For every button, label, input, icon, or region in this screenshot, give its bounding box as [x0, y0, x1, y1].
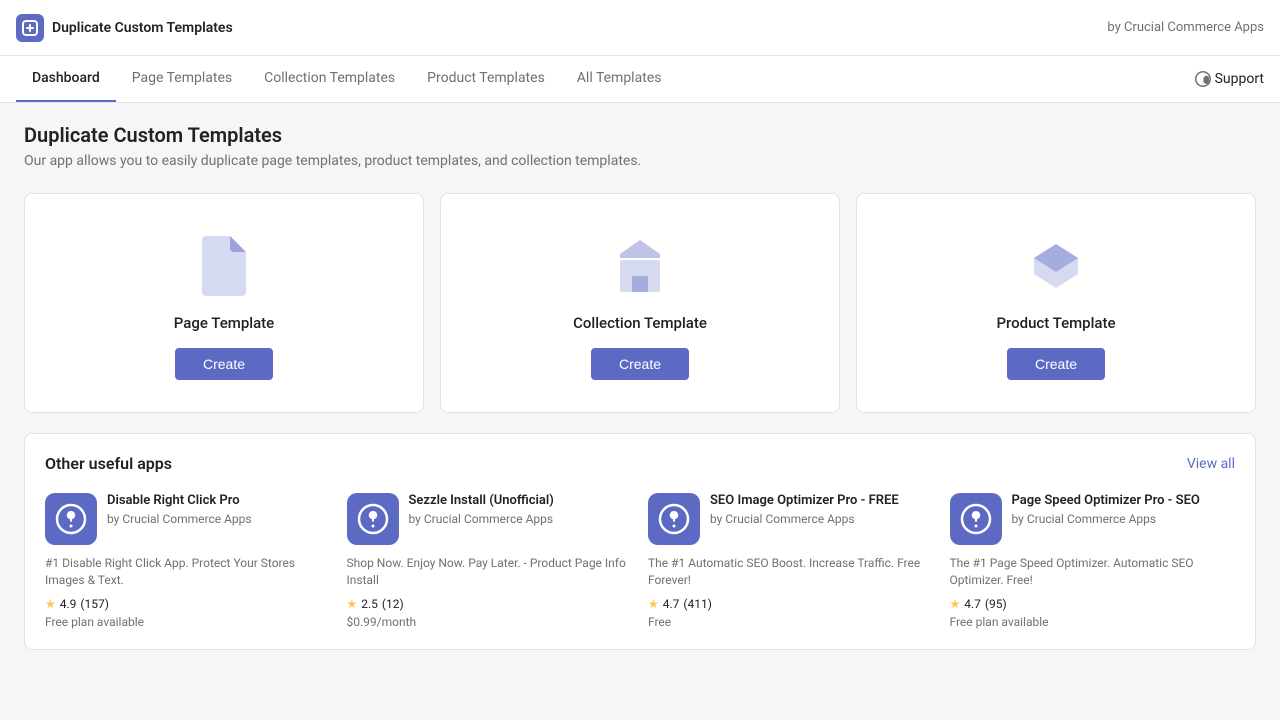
app-icon — [16, 14, 44, 42]
app-card-top-0: Disable Right Click Pro by Crucial Comme… — [45, 493, 331, 545]
page-template-icon — [198, 234, 250, 298]
nav-tabs-left: Dashboard Page Templates Collection Temp… — [16, 56, 677, 102]
page-template-card: Page Template Create — [24, 193, 424, 413]
app-logo-3 — [950, 493, 1002, 545]
app-logo-2 — [648, 493, 700, 545]
app-rating-1: ★ 2.5 (12) — [347, 597, 633, 611]
app-logo-1 — [347, 493, 399, 545]
apps-header: Other useful apps View all — [45, 454, 1235, 473]
support-button[interactable]: Support — [1195, 71, 1264, 87]
nav-tabs: Dashboard Page Templates Collection Temp… — [0, 56, 1280, 103]
app-card-1: Sezzle Install (Unofficial) by Crucial C… — [347, 493, 633, 629]
app-logo-0 — [45, 493, 97, 545]
app-name-3: Page Speed Optimizer Pro - SEO — [1012, 493, 1200, 510]
tab-product-templates[interactable]: Product Templates — [411, 56, 561, 102]
app-rating-0: ★ 4.9 (157) — [45, 597, 331, 611]
review-count-0: (157) — [80, 597, 109, 611]
apps-section-title: Other useful apps — [45, 454, 172, 473]
app-desc-1: Shop Now. Enjoy Now. Pay Later. - Produc… — [347, 555, 633, 589]
star-icon-3: ★ — [950, 597, 961, 611]
rating-value-3: 4.7 — [964, 597, 981, 611]
app-card-top-3: Page Speed Optimizer Pro - SEO by Crucia… — [950, 493, 1236, 545]
review-count-2: (411) — [683, 597, 712, 611]
app-info-0: Disable Right Click Pro by Crucial Comme… — [107, 493, 252, 526]
collection-template-label: Collection Template — [573, 314, 707, 332]
app-by-0: by Crucial Commerce Apps — [107, 512, 252, 526]
main-content: Duplicate Custom Templates Our app allow… — [0, 103, 1280, 670]
product-template-card: Product Template Create — [856, 193, 1256, 413]
product-template-create-button[interactable]: Create — [1007, 348, 1105, 380]
top-bar-left: Duplicate Custom Templates — [16, 14, 233, 42]
page-template-label: Page Template — [174, 314, 274, 332]
app-price-0: Free plan available — [45, 615, 331, 629]
app-rating-3: ★ 4.7 (95) — [950, 597, 1236, 611]
product-template-label: Product Template — [996, 314, 1115, 332]
support-icon — [1195, 71, 1211, 87]
top-bar: Duplicate Custom Templates by Crucial Co… — [0, 0, 1280, 56]
app-card-3: Page Speed Optimizer Pro - SEO by Crucia… — [950, 493, 1236, 629]
apps-section: Other useful apps View all Disable Right… — [24, 433, 1256, 650]
app-price-1: $0.99/month — [347, 615, 633, 629]
app-desc-3: The #1 Page Speed Optimizer. Automatic S… — [950, 555, 1236, 589]
app-name-1: Sezzle Install (Unofficial) — [409, 493, 554, 510]
app-info-2: SEO Image Optimizer Pro - FREE by Crucia… — [710, 493, 899, 526]
app-title: Duplicate Custom Templates — [52, 20, 233, 36]
app-name-0: Disable Right Click Pro — [107, 493, 252, 510]
app-card-0: Disable Right Click Pro by Crucial Comme… — [45, 493, 331, 629]
app-card-top-2: SEO Image Optimizer Pro - FREE by Crucia… — [648, 493, 934, 545]
review-count-1: (12) — [382, 597, 404, 611]
app-by-2: by Crucial Commerce Apps — [710, 512, 899, 526]
app-by-1: by Crucial Commerce Apps — [409, 512, 554, 526]
view-all-link[interactable]: View all — [1187, 456, 1235, 472]
collection-template-create-button[interactable]: Create — [591, 348, 689, 380]
page-subtext: Our app allows you to easily duplicate p… — [24, 153, 1256, 169]
tab-all-templates[interactable]: All Templates — [561, 56, 678, 102]
app-card-top-1: Sezzle Install (Unofficial) by Crucial C… — [347, 493, 633, 545]
apps-grid: Disable Right Click Pro by Crucial Comme… — [45, 493, 1235, 629]
app-by: by Crucial Commerce Apps — [1107, 20, 1264, 35]
tab-dashboard[interactable]: Dashboard — [16, 56, 116, 102]
page-heading: Duplicate Custom Templates — [24, 123, 1256, 147]
app-desc-0: #1 Disable Right Click App. Protect Your… — [45, 555, 331, 589]
template-cards-row: Page Template Create Collection Template… — [24, 193, 1256, 413]
product-template-icon — [1026, 234, 1086, 298]
app-desc-2: The #1 Automatic SEO Boost. Increase Tra… — [648, 555, 934, 589]
app-card-2: SEO Image Optimizer Pro - FREE by Crucia… — [648, 493, 934, 629]
collection-template-card: Collection Template Create — [440, 193, 840, 413]
app-info-3: Page Speed Optimizer Pro - SEO by Crucia… — [1012, 493, 1200, 526]
star-icon-0: ★ — [45, 597, 56, 611]
support-label: Support — [1215, 71, 1264, 87]
app-rating-2: ★ 4.7 (411) — [648, 597, 934, 611]
tab-page-templates[interactable]: Page Templates — [116, 56, 248, 102]
app-info-1: Sezzle Install (Unofficial) by Crucial C… — [409, 493, 554, 526]
app-price-2: Free — [648, 615, 934, 629]
star-icon-1: ★ — [347, 597, 358, 611]
star-icon-2: ★ — [648, 597, 659, 611]
review-count-3: (95) — [985, 597, 1007, 611]
rating-value-1: 2.5 — [361, 597, 378, 611]
page-template-create-button[interactable]: Create — [175, 348, 273, 380]
app-name-2: SEO Image Optimizer Pro - FREE — [710, 493, 899, 510]
collection-template-icon — [610, 234, 670, 298]
rating-value-0: 4.9 — [60, 597, 77, 611]
tab-collection-templates[interactable]: Collection Templates — [248, 56, 411, 102]
app-by-3: by Crucial Commerce Apps — [1012, 512, 1200, 526]
app-price-3: Free plan available — [950, 615, 1236, 629]
rating-value-2: 4.7 — [663, 597, 680, 611]
